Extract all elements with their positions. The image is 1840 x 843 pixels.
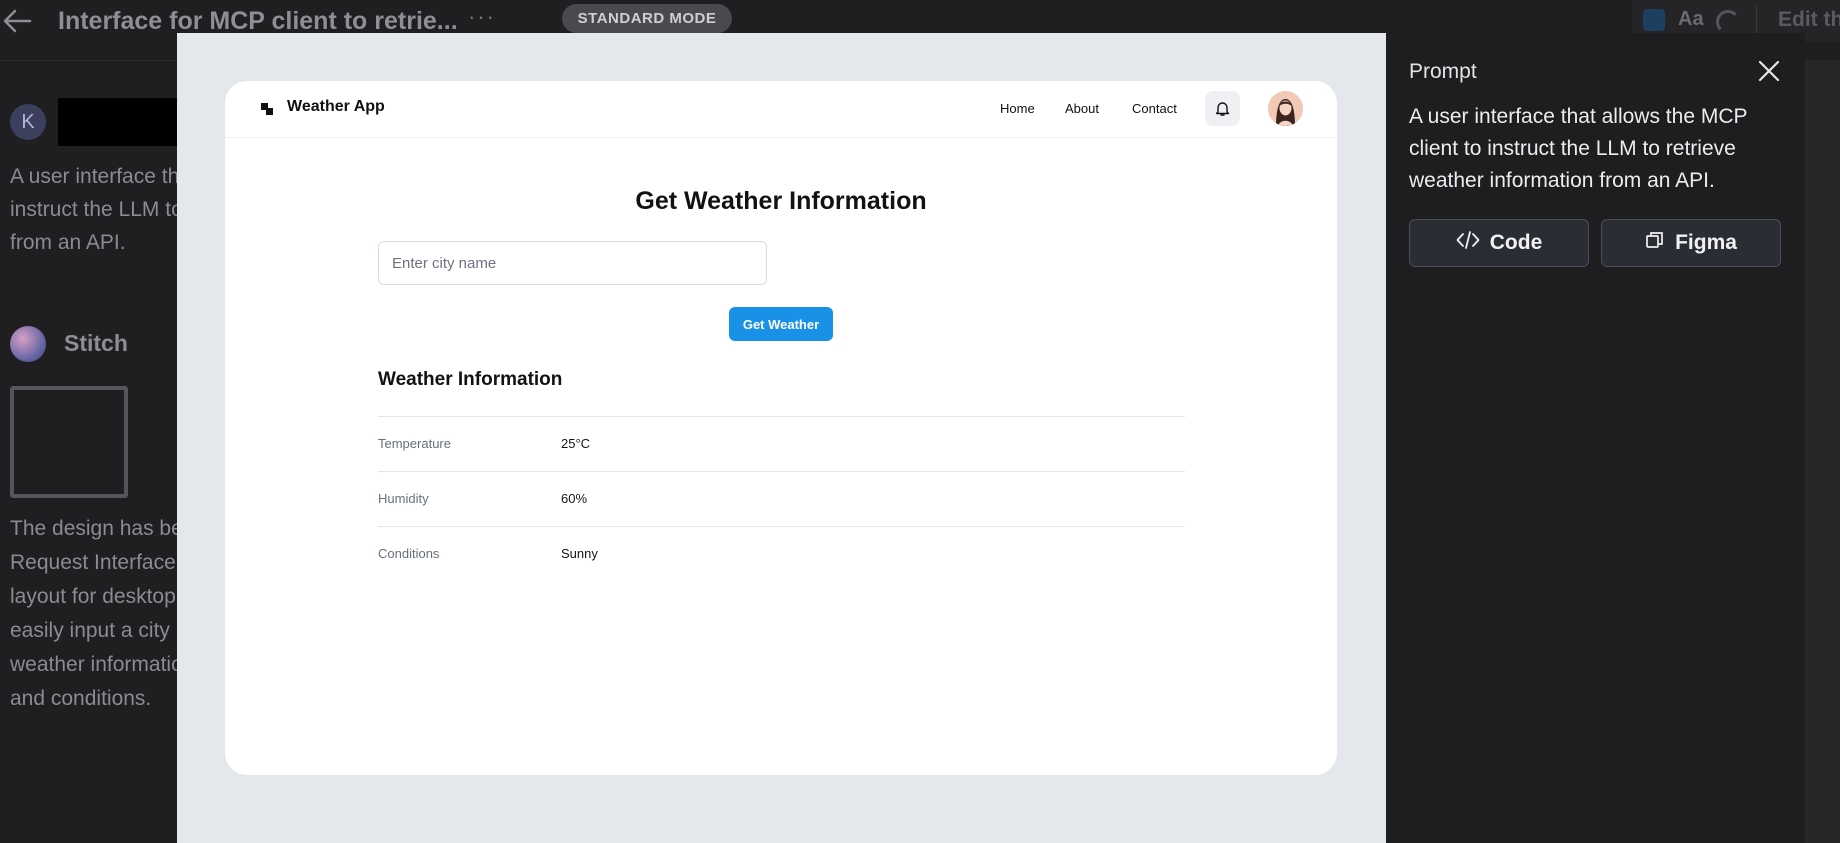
back-arrow-icon[interactable] xyxy=(0,6,36,36)
more-options-icon[interactable]: ··· xyxy=(468,4,496,30)
profile-avatar[interactable] xyxy=(1268,91,1303,126)
redacted-username xyxy=(58,98,188,146)
logo-icon xyxy=(261,103,273,115)
code-icon xyxy=(1456,230,1480,256)
mode-badge[interactable]: STANDARD MODE xyxy=(562,4,732,33)
bell-icon xyxy=(1215,102,1230,116)
figma-button-label: Figma xyxy=(1675,231,1737,254)
row-value: 25°C xyxy=(561,436,591,451)
assistant-avatar xyxy=(10,326,46,362)
divider xyxy=(1756,6,1757,36)
app-title: Weather App xyxy=(287,98,385,115)
nav-about[interactable]: About xyxy=(1065,101,1099,116)
right-edge-panel xyxy=(1805,60,1840,843)
nav-home[interactable]: Home xyxy=(1000,101,1035,116)
get-weather-button[interactable]: Get Weather xyxy=(729,307,833,341)
font-icon[interactable]: Aa xyxy=(1678,8,1704,31)
divider xyxy=(0,60,180,61)
table-row: Humidity 60% xyxy=(378,471,1185,526)
notifications-button[interactable] xyxy=(1205,91,1240,126)
loading-spinner-icon xyxy=(1716,10,1740,34)
row-label: Conditions xyxy=(378,546,440,561)
color-swatch-icon[interactable] xyxy=(1643,9,1665,31)
assistant-message: The design has be Request Interface, lay… xyxy=(10,517,180,710)
design-thumbnail[interactable] xyxy=(10,386,128,498)
code-button[interactable]: Code xyxy=(1409,219,1589,267)
assistant-name: Stitch xyxy=(64,330,128,356)
preview-frame: Weather App Home About Contact Get Weath… xyxy=(225,81,1337,775)
code-button-label: Code xyxy=(1489,231,1543,254)
panel-heading: Prompt xyxy=(1409,60,1477,83)
close-icon[interactable] xyxy=(1756,58,1782,84)
city-input[interactable] xyxy=(378,241,767,285)
row-value: Sunny xyxy=(561,546,598,561)
row-label: Humidity xyxy=(378,491,429,506)
prompt-panel: Prompt A user interface that allows the … xyxy=(1386,33,1805,843)
user-message: A user interface th instruct the LLM to … xyxy=(10,165,180,254)
prompt-text: A user interface that allows the MCP cli… xyxy=(1409,105,1748,192)
user-avatar: K xyxy=(10,104,46,140)
document-title[interactable]: Interface for MCP client to retrie... xyxy=(58,7,458,36)
nav-contact[interactable]: Contact xyxy=(1132,101,1177,116)
page-title: Get Weather Information xyxy=(635,187,927,215)
app-header: Weather App Home About Contact xyxy=(225,81,1337,138)
row-value: 60% xyxy=(561,491,588,506)
edit-button[interactable]: Edit th xyxy=(1778,8,1840,32)
copy-icon xyxy=(1645,230,1665,256)
table-row: Conditions Sunny xyxy=(378,526,1185,581)
preview-modal: Weather App Home About Contact Get Weath… xyxy=(177,33,1386,843)
figma-button[interactable]: Figma xyxy=(1601,219,1781,267)
section-title: Weather Information xyxy=(378,369,563,390)
weather-table: Temperature 25°C Humidity 60% Conditions… xyxy=(378,416,1185,581)
table-row: Temperature 25°C xyxy=(378,416,1185,471)
row-label: Temperature xyxy=(378,436,451,451)
